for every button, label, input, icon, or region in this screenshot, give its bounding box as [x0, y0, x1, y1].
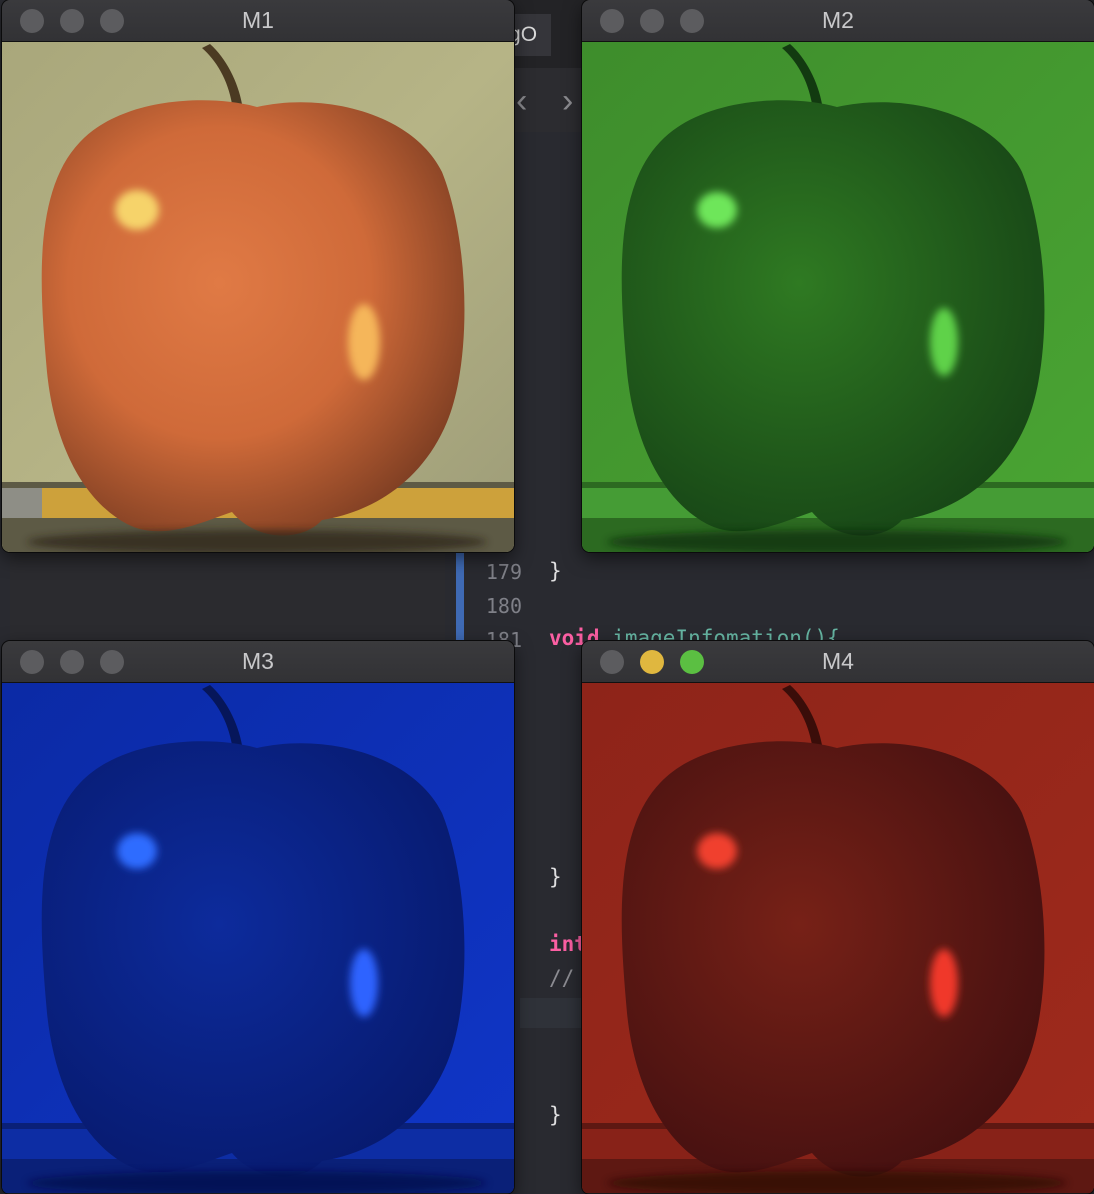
- image-canvas: [582, 42, 1094, 552]
- window-title: M4: [822, 648, 854, 674]
- window-titlebar[interactable]: M4: [582, 641, 1094, 683]
- apple-color-image: [2, 42, 514, 552]
- nav-back-icon[interactable]: ‹: [516, 84, 527, 118]
- line-number: 179: [485, 560, 522, 584]
- line-number: 180: [485, 594, 522, 618]
- window-titlebar[interactable]: M2: [582, 0, 1094, 42]
- window-titlebar[interactable]: M1: [2, 0, 514, 42]
- code-close-brace: }: [549, 559, 562, 583]
- image-window-m4[interactable]: M4: [582, 641, 1094, 1194]
- image-canvas: [582, 683, 1094, 1193]
- code-close-brace: }: [549, 865, 562, 889]
- window-title: M1: [242, 7, 274, 33]
- image-window-m2[interactable]: M2: [582, 0, 1094, 552]
- window-titlebar[interactable]: M3: [2, 641, 514, 683]
- image-window-m3[interactable]: M3: [2, 641, 514, 1194]
- image-window-m1[interactable]: M1: [2, 0, 514, 552]
- image-canvas: [2, 683, 514, 1193]
- image-canvas: [2, 42, 514, 552]
- apple-green-channel-image: [582, 42, 1094, 552]
- apple-blue-channel-image: [2, 683, 514, 1193]
- code-comment: //: [549, 966, 575, 990]
- window-title: M2: [822, 7, 854, 33]
- window-title: M3: [242, 648, 274, 674]
- apple-red-channel-image: [582, 683, 1094, 1193]
- code-close-brace: }: [549, 1103, 562, 1127]
- nav-forward-icon[interactable]: ›: [562, 84, 573, 118]
- source-change-indicator: [456, 540, 464, 640]
